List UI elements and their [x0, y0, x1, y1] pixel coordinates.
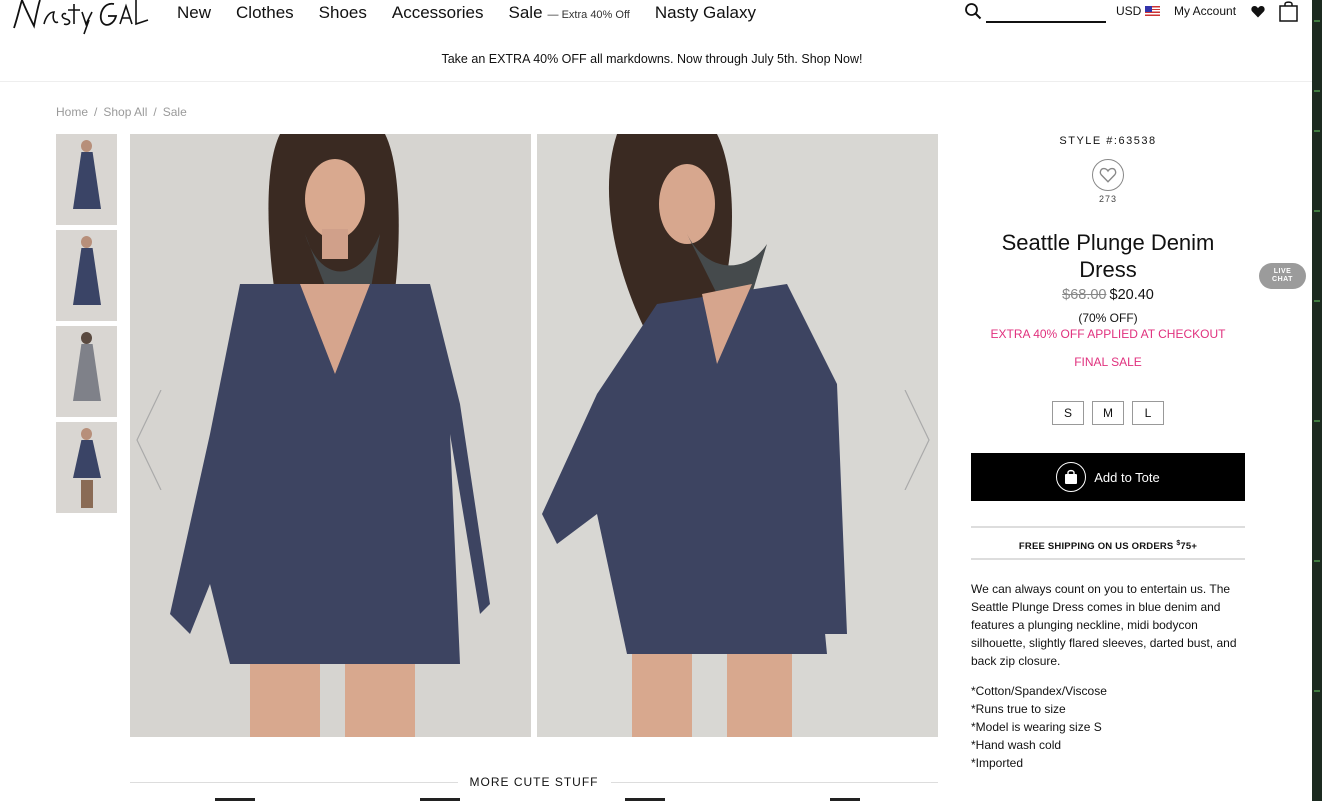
nav-nasty-galaxy[interactable]: Nasty Galaxy — [655, 3, 756, 23]
site-header: New Clothes Shoes Accessories Sale — Extr… — [0, 0, 1312, 38]
search-icon[interactable] — [964, 2, 982, 20]
feature-item: *Model is wearing size S — [971, 720, 1102, 734]
thumbnail-side[interactable] — [56, 230, 117, 321]
shipping-text: FREE SHIPPING ON US ORDERS — [1018, 541, 1177, 553]
thumbnail-list — [56, 134, 117, 518]
favorite-button[interactable] — [1092, 159, 1124, 191]
nav-shoes[interactable]: Shoes — [319, 3, 367, 23]
original-price: $68.00 — [1062, 287, 1107, 303]
thumbnail-front[interactable] — [56, 134, 117, 225]
add-to-tote-button[interactable]: Add to Tote — [971, 453, 1245, 501]
search-input[interactable] — [986, 21, 1106, 23]
tote-bag-icon — [1056, 462, 1087, 492]
size-option-s[interactable]: S — [1052, 401, 1084, 425]
thumbnail-back[interactable] — [56, 326, 117, 417]
more-cute-stuff-header: MORE CUTE STUFF — [130, 773, 938, 791]
size-option-l[interactable]: L — [1132, 401, 1164, 425]
promo-text: Take an EXTRA 40% OFF all markdowns. Now… — [441, 52, 863, 66]
divider — [610, 781, 938, 783]
nav-sale-label: Sale — [508, 3, 543, 22]
nav-sale-note: — Extra 40% Off — [547, 9, 630, 21]
divider — [130, 781, 458, 783]
product-title: Seattle Plunge Denim Dress — [1001, 230, 1215, 282]
size-option-m[interactable]: M — [1092, 401, 1124, 425]
previous-image-arrow[interactable] — [135, 390, 163, 490]
promo-banner[interactable]: Take an EXTRA 40% OFF all markdowns. Now… — [0, 38, 1312, 82]
heart-outline-icon — [1099, 167, 1117, 183]
sale-price: $20.40 — [1109, 287, 1154, 303]
breadcrumb-home[interactable]: Home — [56, 105, 88, 119]
model-front-image — [130, 134, 531, 737]
us-flag-icon — [1145, 6, 1161, 16]
model-side-image — [537, 134, 938, 737]
main-nav: New Clothes Shoes Accessories Sale — Extr… — [177, 3, 781, 23]
nav-accessories[interactable]: Accessories — [392, 3, 484, 23]
breadcrumb-separator: / — [94, 105, 98, 119]
extra-discount-note: EXTRA 40% OFF APPLIED AT CHECKOUT — [990, 327, 1226, 341]
thumbnail-full[interactable] — [56, 422, 117, 513]
feature-item: *Runs true to size — [971, 702, 1066, 716]
more-cute-stuff-label: MORE CUTE STUFF — [469, 775, 599, 789]
price-block: $68.00 $20.40 — [971, 287, 1245, 303]
free-shipping-banner: FREE SHIPPING ON US ORDERS $75+ — [971, 526, 1245, 560]
currency-label: USD — [1116, 4, 1142, 18]
product-features: *Cotton/Spandex/Viscose *Runs true to si… — [971, 682, 1245, 772]
nav-clothes[interactable]: Clothes — [236, 3, 294, 23]
window-edge — [1312, 0, 1322, 801]
product-photo-side[interactable] — [537, 134, 938, 737]
product-description: We can always count on you to entertain … — [971, 582, 1237, 668]
feature-item: *Imported — [971, 756, 1024, 770]
product-photo-front[interactable] — [130, 134, 531, 737]
feature-item: *Hand wash cold — [971, 738, 1062, 752]
currency-selector[interactable]: USD — [1116, 4, 1161, 18]
feature-item: *Cotton/Spandex/Viscose — [971, 684, 1107, 698]
favorite-count: 273 — [1098, 194, 1118, 204]
nav-sale[interactable]: Sale — Extra 40% Off — [509, 3, 630, 23]
heart-icon[interactable] — [1251, 5, 1265, 18]
size-selector: S M L — [971, 401, 1245, 425]
breadcrumb-separator: / — [153, 105, 157, 119]
product-info-panel: STYLE #:63538 273 Seattle Plunge Denim D… — [971, 134, 1245, 772]
breadcrumb: Home / Shop All / Sale — [56, 105, 187, 119]
add-to-tote-label: Add to Tote — [1094, 469, 1160, 485]
discount-percent: (70% OFF) — [1078, 311, 1138, 325]
next-image-arrow[interactable] — [903, 390, 931, 490]
nasty-gal-logo-icon — [13, 0, 149, 35]
nav-new[interactable]: New — [177, 3, 211, 23]
shipping-amount: 75+ — [1180, 541, 1198, 553]
brand-logo[interactable] — [10, 0, 150, 38]
style-number: STYLE #:63538 — [1059, 135, 1157, 147]
live-chat-line2: CHAT — [1272, 276, 1293, 283]
my-account-link[interactable]: My Account — [1174, 4, 1236, 18]
bag-icon[interactable] — [1279, 0, 1298, 22]
breadcrumb-sale[interactable]: Sale — [163, 105, 187, 119]
live-chat-button[interactable]: LIVE CHAT — [1259, 263, 1306, 289]
breadcrumb-shop-all[interactable]: Shop All — [103, 105, 147, 119]
live-chat-line1: LIVE — [1273, 268, 1292, 275]
final-sale-badge: FINAL SALE — [1074, 355, 1142, 369]
